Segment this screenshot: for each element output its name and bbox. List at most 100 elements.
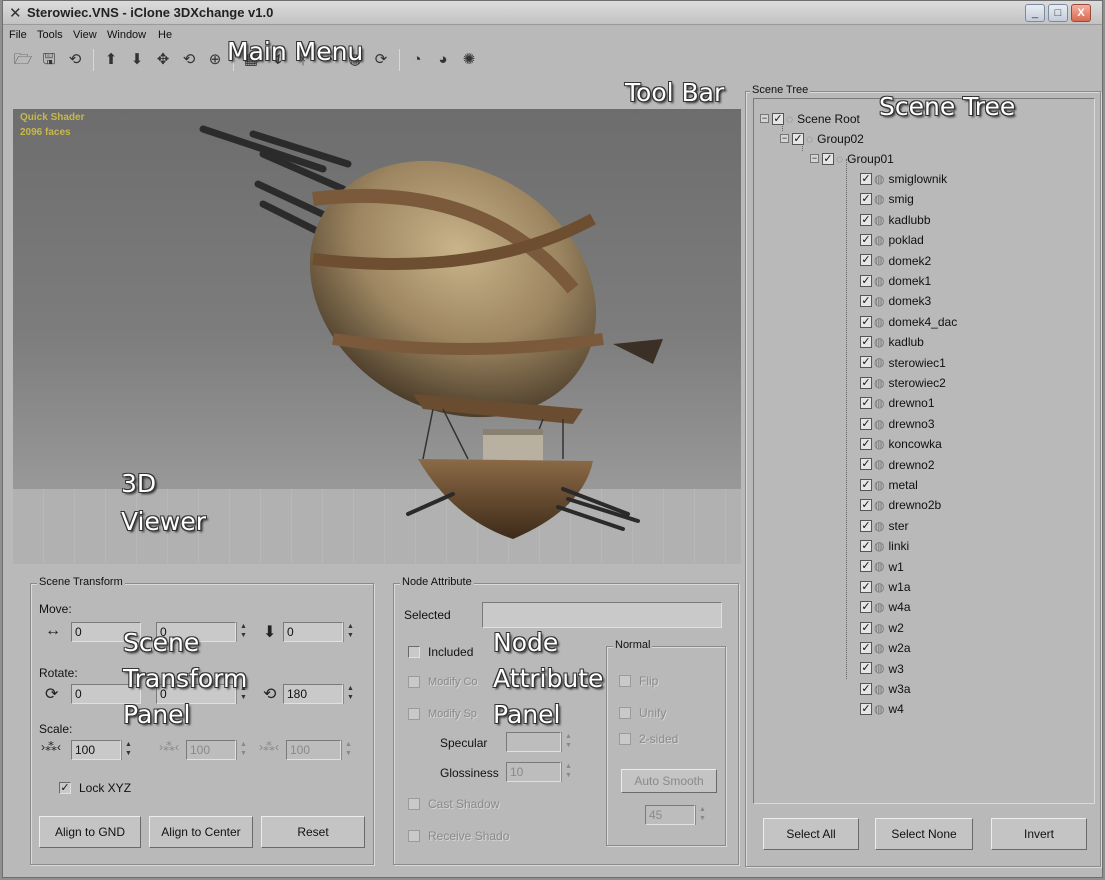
tree-checkbox[interactable]: ✓ (822, 152, 834, 165)
import-icon[interactable]: ⟲ (63, 49, 87, 71)
scale-z-spinner[interactable]: ▲ ▼ (341, 740, 355, 760)
move-y-field[interactable]: 0 (156, 622, 236, 642)
specular-field[interactable] (506, 732, 561, 752)
move-z-field[interactable]: 0 (283, 622, 343, 642)
rotate-x-field[interactable]: 0 (71, 684, 141, 704)
tree-checkbox[interactable]: ✓ (860, 499, 872, 512)
close-button[interactable]: X (1071, 4, 1091, 22)
tree-node-item[interactable]: ✓ ◍ drewno2 (860, 455, 935, 475)
tree-checkbox[interactable]: ✓ (860, 621, 872, 634)
3d-viewer[interactable]: Quick Shader 2096 faces (13, 109, 741, 564)
auto-smooth-button[interactable]: Auto Smooth (621, 769, 717, 793)
cast-shadow-checkbox[interactable] (408, 798, 420, 810)
tree-node-group02[interactable]: − ✓ ◌ Group02 (780, 129, 864, 149)
open-icon[interactable]: 🗁 (11, 49, 35, 71)
included-checkbox[interactable] (408, 646, 420, 658)
modify-color-checkbox[interactable] (408, 676, 420, 688)
tree-checkbox[interactable]: ✓ (860, 295, 872, 308)
rotate-icon[interactable]: ⟲ (177, 49, 201, 71)
tree-node-item[interactable]: ✓ ◍ domek3 (860, 291, 931, 311)
tree-checkbox[interactable]: ✓ (860, 519, 872, 532)
glossiness-field[interactable]: 10 (506, 762, 561, 782)
tree-node-item[interactable]: ✓ ◍ kadlub (860, 332, 924, 352)
sphere-icon[interactable]: ◍ (343, 49, 367, 71)
tree-node-item[interactable]: ✓ ◍ w4a (860, 597, 911, 617)
tree-node-item[interactable]: ✓ ◍ sterowiec2 (860, 373, 946, 393)
modify-specular-checkbox[interactable] (408, 708, 420, 720)
tree-checkbox[interactable]: ✓ (860, 172, 872, 185)
tree-checkbox[interactable]: ✓ (860, 213, 872, 226)
tree-node-item[interactable]: ✓ ◍ w1a (860, 577, 911, 597)
camera-orbit-icon[interactable]: ◔ (405, 49, 429, 71)
invert-button[interactable]: Invert (991, 818, 1087, 850)
tree-node-item[interactable]: ✓ ◍ sterowiec1 (860, 353, 946, 373)
tree-checkbox[interactable]: ✓ (860, 234, 872, 247)
smooth-angle-field[interactable]: 45 (645, 805, 695, 825)
refresh-icon[interactable]: ⟳ (369, 49, 393, 71)
tree-checkbox[interactable]: ✓ (860, 376, 872, 389)
select-none-button[interactable]: Select None (875, 818, 973, 850)
move-y-spinner[interactable]: ▲ ▼ (236, 622, 250, 642)
minimize-button[interactable]: _ (1025, 4, 1045, 22)
camera-zoom-icon[interactable]: ◕ (431, 49, 455, 71)
move-x-field[interactable]: 0 (71, 622, 141, 642)
tree-checkbox[interactable]: ✓ (860, 336, 872, 349)
pointer-icon[interactable]: ↯ (265, 49, 289, 71)
tree-node-item[interactable]: ✓ ◍ domek4_dac (860, 312, 957, 332)
tree-node-item[interactable]: ✓ ◍ domek2 (860, 251, 931, 271)
tree-checkbox[interactable]: ✓ (860, 193, 872, 206)
scale-y-spinner[interactable]: ▲ ▼ (236, 740, 250, 760)
tree-checkbox[interactable]: ✓ (860, 397, 872, 410)
tree-node-item[interactable]: ✓ ◍ smiglownik (860, 169, 947, 189)
selected-field[interactable] (482, 602, 722, 628)
tree-node-item[interactable]: ✓ ◍ smig (860, 189, 914, 209)
align-to-center-button[interactable]: Align to Center (149, 816, 253, 848)
tree-checkbox[interactable]: ✓ (860, 682, 872, 695)
tree-node-item[interactable]: ✓ ◍ ster (860, 516, 909, 536)
tree-node-item[interactable]: ✓ ◍ w2 (860, 618, 904, 638)
scale-x-spinner[interactable]: ▲ ▼ (121, 740, 135, 760)
receive-shadow-checkbox[interactable] (408, 830, 420, 842)
tree-node-item[interactable]: ✓ ◍ metal (860, 475, 918, 495)
move-icon[interactable]: ✥ (151, 49, 175, 71)
tree-node-item[interactable]: ✓ ◍ koncowka (860, 434, 942, 454)
move-up-icon[interactable]: ⬆ (99, 49, 123, 71)
move-z-spinner[interactable]: ▲ ▼ (343, 622, 357, 642)
tree-node-item[interactable]: ✓ ◍ w3a (860, 679, 911, 699)
tree-node-item[interactable]: ✓ ◍ linki (860, 536, 909, 556)
rotate-y-spinner[interactable]: ▲ ▼ (236, 684, 250, 704)
tree-checkbox[interactable]: ✓ (860, 458, 872, 471)
collapse-icon[interactable]: − (780, 134, 789, 144)
smooth-angle-spinner[interactable]: ▲ ▼ (695, 805, 709, 825)
tree-node-item[interactable]: ✓ ◍ drewno3 (860, 414, 935, 434)
two-sided-checkbox[interactable] (619, 733, 631, 745)
tree-checkbox[interactable]: ✓ (860, 254, 872, 267)
glossiness-spinner[interactable]: ▲ ▼ (561, 762, 575, 782)
tree-checkbox[interactable]: ✓ (860, 478, 872, 491)
scale-x-field[interactable]: 100 (71, 740, 121, 760)
tree-checkbox[interactable]: ✓ (860, 417, 872, 430)
tree-checkbox[interactable]: ✓ (860, 662, 872, 675)
menu-tools[interactable]: Tools (37, 29, 63, 41)
tree-checkbox[interactable]: ✓ (772, 112, 784, 125)
tree-checkbox[interactable]: ✓ (860, 274, 872, 287)
tree-checkbox[interactable]: ✓ (860, 601, 872, 614)
light-icon[interactable]: ◓ (317, 49, 341, 71)
grid-icon[interactable]: ▦ (239, 49, 263, 71)
menu-file[interactable]: File (9, 29, 27, 41)
rotate-y-field[interactable]: 0 (156, 684, 236, 704)
tree-node-group01[interactable]: − ✓ ◌ Group01 (810, 149, 894, 169)
lock-xyz-checkbox[interactable]: ✓ (59, 782, 71, 794)
maximize-button[interactable]: □ (1048, 4, 1068, 22)
tree-node-item[interactable]: ✓ ◍ w4 (860, 699, 904, 719)
tree-checkbox[interactable]: ✓ (860, 560, 872, 573)
menu-view[interactable]: View (73, 29, 97, 41)
tree-checkbox[interactable]: ✓ (860, 438, 872, 451)
tree-checkbox[interactable]: ✓ (860, 356, 872, 369)
tree-checkbox[interactable]: ✓ (860, 540, 872, 553)
scale-icon[interactable]: ⊕ (203, 49, 227, 71)
tree-node-item[interactable]: ✓ ◍ kadlubb (860, 210, 931, 230)
tree-node-item[interactable]: ✓ ◍ w2a (860, 638, 911, 658)
tree-checkbox[interactable]: ✓ (860, 642, 872, 655)
menu-window[interactable]: Window (107, 29, 146, 41)
